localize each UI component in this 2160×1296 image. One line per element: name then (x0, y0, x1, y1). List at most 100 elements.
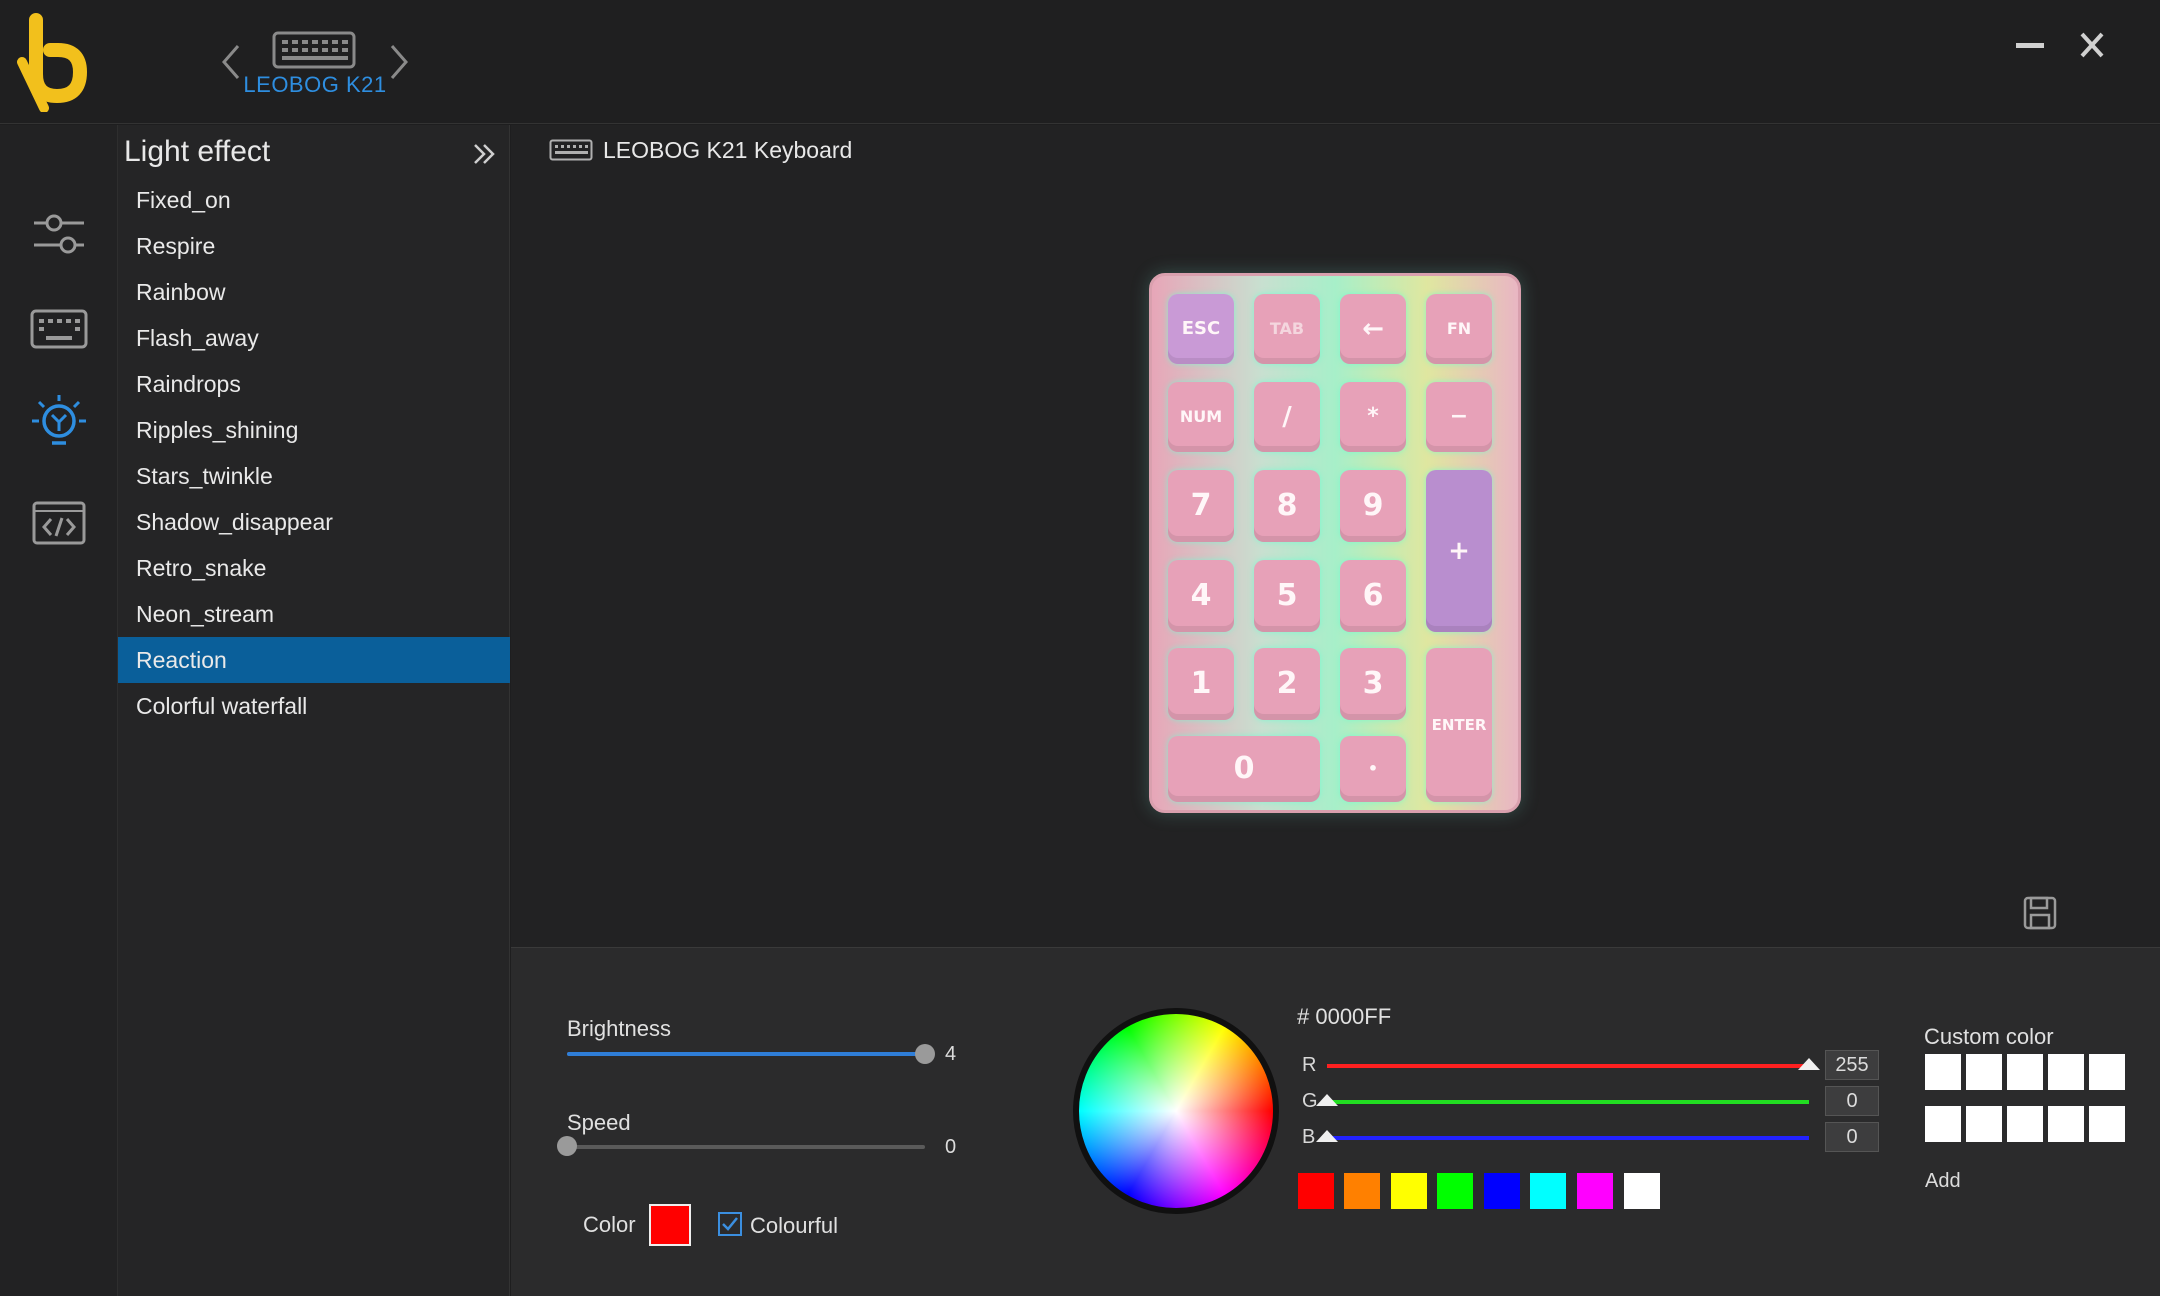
custom-color-slot[interactable] (2089, 1054, 2125, 1090)
sliders-icon[interactable] (24, 201, 94, 265)
custom-color-slot[interactable] (1925, 1054, 1961, 1090)
green-slider[interactable] (1327, 1100, 1809, 1104)
effect-item[interactable]: Neon_stream (118, 591, 510, 637)
speed-slider-thumb[interactable] (557, 1136, 577, 1156)
add-custom-color-button[interactable]: Add (1925, 1170, 1961, 1193)
color-swatch[interactable] (649, 1204, 691, 1246)
red-value-field[interactable]: 255 (1825, 1050, 1879, 1080)
effect-list: Fixed_on Respire Rainbow Flash_away Rain… (118, 177, 510, 729)
nav-rail (0, 125, 118, 1296)
preset-color-yellow[interactable] (1391, 1173, 1427, 1209)
speed-value: 0 (945, 1136, 957, 1158)
preset-color-blue[interactable] (1484, 1173, 1520, 1209)
panel-title: Light effect (124, 135, 271, 168)
custom-color-title: Custom color (1924, 1024, 2054, 1049)
effect-item[interactable]: Retro_snake (118, 545, 510, 591)
key-backspace[interactable]: ← (1340, 294, 1406, 364)
color-wheel[interactable] (1073, 1008, 1279, 1214)
check-icon (722, 1217, 738, 1231)
effect-item[interactable]: Ripples_shining (118, 407, 510, 453)
red-slider-thumb[interactable] (1798, 1058, 1820, 1070)
custom-color-slot[interactable] (2007, 1054, 2043, 1090)
key-7[interactable]: 7 (1168, 470, 1234, 542)
custom-color-slot[interactable] (1966, 1054, 2002, 1090)
keyboard-preview-area: LEOBOG K21 Keyboard ESC TAB ← FN NUM / *… (511, 125, 2160, 947)
key-0[interactable]: 0 (1168, 736, 1320, 802)
key-decimal[interactable]: • (1340, 736, 1406, 802)
speed-slider-track[interactable] (567, 1145, 925, 1149)
key-6[interactable]: 6 (1340, 560, 1406, 632)
effect-item[interactable]: Respire (118, 223, 510, 269)
code-icon[interactable] (24, 491, 94, 555)
key-divide[interactable]: / (1254, 382, 1320, 452)
close-icon[interactable] (2072, 28, 2112, 62)
key-3[interactable]: 3 (1340, 648, 1406, 720)
key-tab[interactable]: TAB (1254, 294, 1320, 364)
custom-color-slot[interactable] (1966, 1106, 2002, 1142)
device-name: LEOBOG K21 (243, 72, 387, 97)
green-slider-thumb[interactable] (1316, 1094, 1338, 1106)
light-effect-panel: Light effect Fixed_on Respire Rainbow Fl… (118, 125, 510, 1296)
double-chevron-right-icon[interactable] (470, 139, 500, 169)
brightness-slider-fill (567, 1052, 925, 1056)
effect-item[interactable]: Fixed_on (118, 177, 510, 223)
effect-item[interactable]: Flash_away (118, 315, 510, 361)
effect-item-selected[interactable]: Reaction (118, 637, 510, 683)
custom-color-slot[interactable] (2048, 1106, 2084, 1142)
key-multiply[interactable]: * (1340, 382, 1406, 452)
leobog-logo (17, 13, 88, 112)
green-value-field[interactable]: 0 (1825, 1086, 1879, 1116)
red-label: R (1302, 1054, 1317, 1076)
key-plus[interactable]: + (1426, 470, 1492, 632)
effect-item[interactable]: Shadow_disappear (118, 499, 510, 545)
hex-value: # 0000FF (1297, 1004, 1392, 1029)
preset-color-red[interactable] (1298, 1173, 1334, 1209)
effect-item[interactable]: Rainbow (118, 269, 510, 315)
effect-item[interactable]: Stars_twinkle (118, 453, 510, 499)
effect-item[interactable]: Colorful waterfall (118, 683, 510, 729)
speed-label: Speed (567, 1110, 631, 1135)
key-num[interactable]: NUM (1168, 382, 1234, 452)
custom-color-slot[interactable] (2007, 1106, 2043, 1142)
minimize-icon[interactable] (2012, 30, 2048, 60)
key-4[interactable]: 4 (1168, 560, 1234, 632)
custom-color-slot[interactable] (1925, 1106, 1961, 1142)
device-switcher: LEOBOG K21 (220, 30, 410, 100)
preset-color-green[interactable] (1437, 1173, 1473, 1209)
custom-color-slot[interactable] (2089, 1106, 2125, 1142)
key-enter[interactable]: ENTER (1426, 648, 1492, 802)
device-title: LEOBOG K21 Keyboard (603, 137, 853, 163)
key-1[interactable]: 1 (1168, 648, 1234, 720)
preset-color-orange[interactable] (1344, 1173, 1380, 1209)
brightness-value: 4 (945, 1043, 957, 1065)
blue-slider[interactable] (1327, 1136, 1809, 1140)
keypad-image: ESC TAB ← FN NUM / * − 7 8 9 + 4 5 6 1 2… (1149, 273, 1521, 813)
effect-settings-panel: Brightness 4 Speed 0 Color Colourful # 0… (511, 947, 2160, 1296)
key-5[interactable]: 5 (1254, 560, 1320, 632)
colourful-checkbox[interactable] (718, 1212, 742, 1236)
key-2[interactable]: 2 (1254, 648, 1320, 720)
key-minus[interactable]: − (1426, 382, 1492, 452)
keyboard-icon[interactable] (24, 297, 94, 361)
keyboard-icon (549, 139, 593, 161)
effect-item[interactable]: Raindrops (118, 361, 510, 407)
key-8[interactable]: 8 (1254, 470, 1320, 542)
brightness-label: Brightness (567, 1016, 671, 1041)
brightness-slider-thumb[interactable] (915, 1044, 935, 1064)
key-esc[interactable]: ESC (1168, 294, 1234, 364)
save-icon[interactable] (2022, 895, 2058, 931)
key-fn[interactable]: FN (1426, 294, 1492, 364)
key-9[interactable]: 9 (1340, 470, 1406, 542)
colourful-label: Colourful (750, 1213, 839, 1238)
keyboard-device-icon[interactable] (270, 30, 358, 70)
preset-color-magenta[interactable] (1577, 1173, 1613, 1209)
blue-label: B (1302, 1126, 1316, 1148)
preset-color-cyan[interactable] (1530, 1173, 1566, 1209)
red-slider[interactable] (1327, 1064, 1809, 1068)
light-bulb-icon[interactable] (24, 391, 94, 455)
blue-slider-thumb[interactable] (1316, 1130, 1338, 1142)
color-label: Color (583, 1212, 636, 1237)
custom-color-slot[interactable] (2048, 1054, 2084, 1090)
blue-value-field[interactable]: 0 (1825, 1122, 1879, 1152)
preset-color-white[interactable] (1624, 1173, 1660, 1209)
